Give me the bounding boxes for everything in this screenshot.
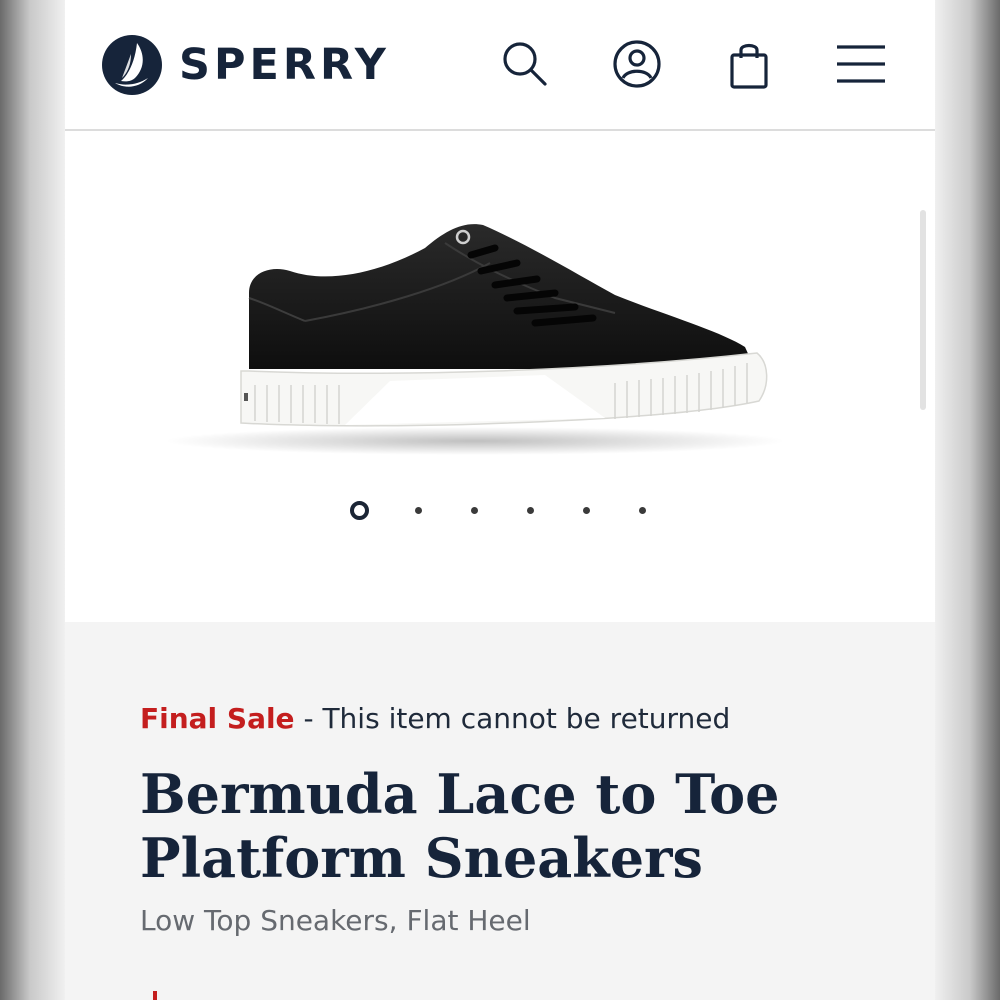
brand-name: SPERRY bbox=[179, 40, 390, 90]
account-icon[interactable] bbox=[611, 38, 663, 90]
site-header: SPERRY bbox=[65, 0, 935, 131]
product-subtitle: Low Top Sneakers, Flat Heel bbox=[140, 904, 531, 937]
final-sale-label: Final Sale bbox=[140, 702, 295, 735]
search-icon[interactable] bbox=[499, 38, 551, 90]
carousel-dot-3[interactable] bbox=[471, 506, 478, 514]
menu-icon[interactable] bbox=[835, 38, 887, 90]
gallery-scrollbar[interactable] bbox=[920, 210, 926, 410]
product-info: Final Sale - This item cannot be returne… bbox=[65, 622, 935, 1000]
carousel-dot-1[interactable] bbox=[350, 500, 369, 520]
price-partial bbox=[153, 991, 157, 1000]
carousel-dot-4[interactable] bbox=[527, 506, 534, 514]
product-title: Bermuda Lace to Toe Platform Sneakers bbox=[140, 762, 780, 890]
product-image-gallery[interactable] bbox=[65, 133, 935, 622]
final-sale-note: - This item cannot be returned bbox=[294, 702, 731, 735]
sailboat-logo-icon bbox=[102, 35, 162, 95]
carousel-dot-6[interactable] bbox=[639, 506, 646, 514]
final-sale-notice: Final Sale - This item cannot be returne… bbox=[140, 702, 730, 735]
product-page: SPERRY Final Sale - This item cannot be … bbox=[65, 0, 935, 1000]
shopping-bag-icon[interactable] bbox=[723, 38, 775, 90]
brand-logo[interactable]: SPERRY bbox=[101, 34, 390, 96]
carousel-dot-5[interactable] bbox=[583, 506, 590, 514]
product-image bbox=[165, 224, 785, 455]
carousel-pagination bbox=[350, 500, 695, 520]
carousel-dot-2[interactable] bbox=[415, 506, 422, 514]
